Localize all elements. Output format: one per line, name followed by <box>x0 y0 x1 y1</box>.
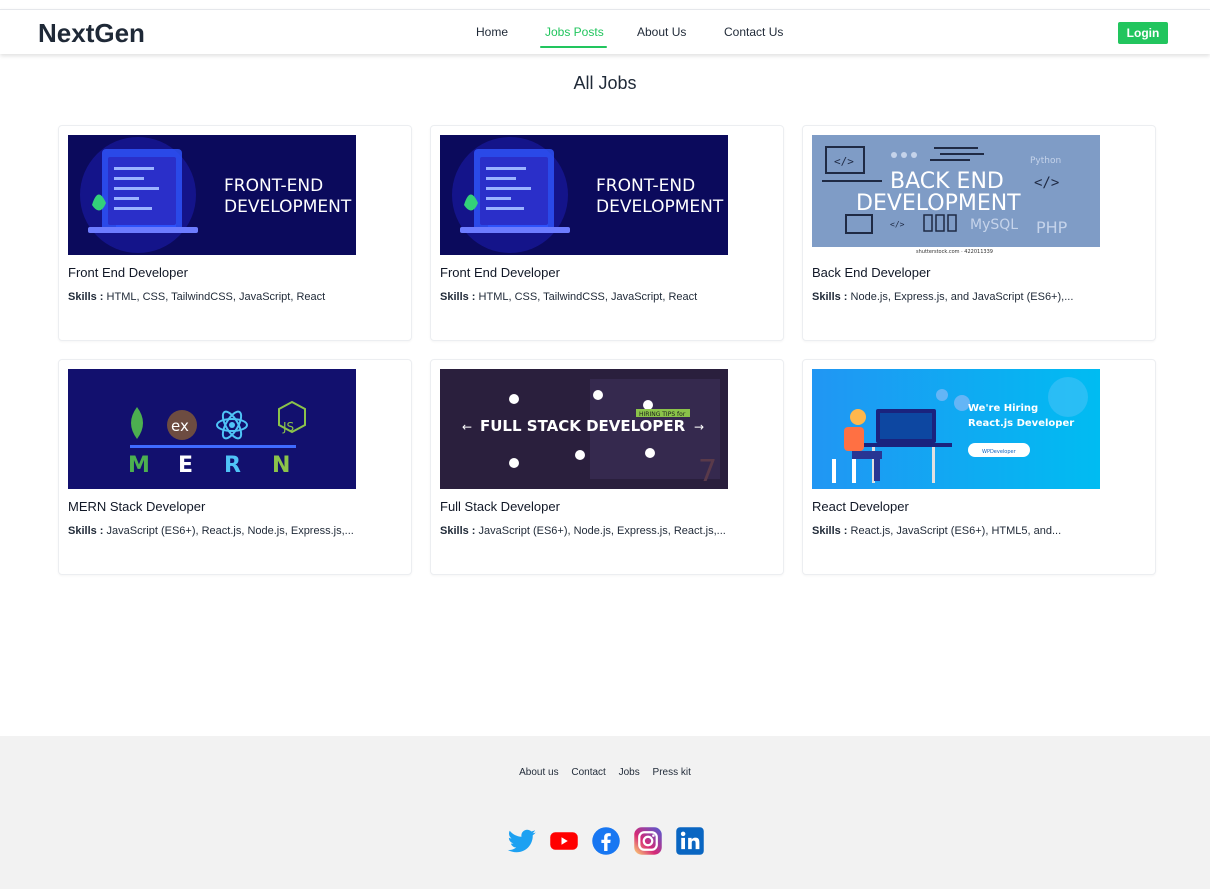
skills-label: Skills : <box>812 525 848 537</box>
banner-text: WPDeveloper <box>982 449 1017 455</box>
banner-text: FRONT-END <box>224 176 323 196</box>
skills-label: Skills : <box>68 525 104 537</box>
svg-text:←: ← <box>462 420 472 434</box>
job-skills: Skills : React.js, JavaScript (ES6+), HT… <box>812 525 1061 537</box>
nav-home[interactable]: Home <box>476 25 508 39</box>
svg-text:7: 7 <box>698 454 717 489</box>
nav-about-us[interactable]: About Us <box>637 25 686 39</box>
job-card[interactable]: ex JS M E R N MERN Stack Developer Skill… <box>58 359 412 575</box>
banner-text: We're Hiring <box>968 403 1038 414</box>
banner-text: Python <box>1030 156 1061 166</box>
job-skills: Skills : HTML, CSS, TailwindCSS, JavaScr… <box>68 291 325 303</box>
banner-text: N <box>272 453 290 478</box>
skills-label: Skills : <box>812 291 848 303</box>
banner-text: DEVELOPMENT <box>856 191 1021 216</box>
job-banner-image: We're Hiring React.js Developer WPDevelo… <box>812 369 1100 489</box>
job-card[interactable]: We're Hiring React.js Developer WPDevelo… <box>802 359 1156 575</box>
nav-active-indicator <box>540 46 607 48</box>
svg-text:</>: </> <box>890 220 905 229</box>
job-banner-image: FRONT-END DEVELOPMENT <box>68 135 356 255</box>
footer-link-press-kit[interactable]: Press kit <box>653 767 691 778</box>
job-skills: Skills : JavaScript (ES6+), Node.js, Exp… <box>440 525 726 537</box>
main-nav: Home Jobs Posts About Us Contact Us <box>0 10 1210 54</box>
skills-value: Node.js, Express.js, and JavaScript (ES6… <box>850 291 1074 303</box>
footer-link-jobs[interactable]: Jobs <box>619 767 640 778</box>
job-card[interactable]: HIRING TIPS for ← FULL STACK DEVELOPER →… <box>430 359 784 575</box>
skills-value: React.js, JavaScript (ES6+), HTML5, and.… <box>850 525 1062 537</box>
banner-text: M <box>128 453 150 478</box>
banner-text: R <box>224 453 241 478</box>
skills-label: Skills : <box>440 291 476 303</box>
skills-value: JavaScript (ES6+), React.js, Node.js, Ex… <box>106 525 354 537</box>
banner-text: DEVELOPMENT <box>224 197 352 217</box>
job-banner-image: </> Python BACK END </> DEVELOPMENT </> … <box>812 135 1100 255</box>
skills-value: HTML, CSS, TailwindCSS, JavaScript, Reac… <box>106 291 326 303</box>
banner-text: FRONT-END <box>596 176 695 196</box>
footer-link-contact[interactable]: Contact <box>571 767 605 778</box>
svg-text:→: → <box>694 420 704 434</box>
youtube-icon[interactable] <box>549 826 579 856</box>
job-card[interactable]: FRONT-END DEVELOPMENT Front End Develope… <box>430 125 784 341</box>
banner-text: ex <box>171 417 189 435</box>
skills-value: HTML, CSS, TailwindCSS, JavaScript, Reac… <box>478 291 698 303</box>
nav-jobs-posts[interactable]: Jobs Posts <box>545 25 604 39</box>
nav-contact-us[interactable]: Contact Us <box>724 25 783 39</box>
job-skills: Skills : Node.js, Express.js, and JavaSc… <box>812 291 1073 303</box>
banner-text: DEVELOPMENT <box>596 197 724 217</box>
skills-label: Skills : <box>440 525 476 537</box>
banner-text: JS <box>282 420 294 434</box>
job-skills: Skills : JavaScript (ES6+), React.js, No… <box>68 525 354 537</box>
banner-text: shutterstock.com · 422011339 <box>916 249 993 255</box>
twitter-icon[interactable] <box>507 826 537 856</box>
job-title[interactable]: MERN Stack Developer <box>68 499 205 514</box>
job-card[interactable]: FRONT-END DEVELOPMENT Front End Develope… <box>58 125 412 341</box>
job-title[interactable]: Back End Developer <box>812 265 931 280</box>
banner-text: MySQL <box>970 217 1018 233</box>
job-banner-image: FRONT-END DEVELOPMENT <box>440 135 728 255</box>
job-title[interactable]: Full Stack Developer <box>440 499 560 514</box>
banner-text: PHP <box>1036 218 1068 237</box>
footer: About us Contact Jobs Press kit <box>0 736 1210 889</box>
page-title: All Jobs <box>573 73 637 93</box>
instagram-icon[interactable] <box>633 826 663 856</box>
footer-links: About us Contact Jobs Press kit <box>0 767 1210 778</box>
job-title[interactable]: Front End Developer <box>440 265 560 280</box>
job-card[interactable]: </> Python BACK END </> DEVELOPMENT </> … <box>802 125 1156 341</box>
login-button[interactable]: Login <box>1118 22 1168 44</box>
banner-text: FULL STACK DEVELOPER <box>480 417 686 435</box>
svg-text:</>: </> <box>834 155 854 168</box>
svg-text:</>: </> <box>1034 175 1059 191</box>
job-banner-image: ex JS M E R N <box>68 369 356 489</box>
skills-label: Skills : <box>68 291 104 303</box>
job-skills: Skills : HTML, CSS, TailwindCSS, JavaScr… <box>440 291 697 303</box>
skills-value: JavaScript (ES6+), Node.js, Express.js, … <box>478 525 726 537</box>
job-title[interactable]: React Developer <box>812 499 909 514</box>
top-navbar: NextGen Home Jobs Posts About Us Contact… <box>0 9 1210 54</box>
facebook-icon[interactable] <box>591 826 621 856</box>
footer-link-about[interactable]: About us <box>519 767 558 778</box>
job-title[interactable]: Front End Developer <box>68 265 188 280</box>
social-links <box>507 826 705 856</box>
job-banner-image: HIRING TIPS for ← FULL STACK DEVELOPER →… <box>440 369 728 489</box>
banner-text: React.js Developer <box>968 418 1074 429</box>
banner-text: E <box>178 453 193 478</box>
linkedin-icon[interactable] <box>675 826 705 856</box>
